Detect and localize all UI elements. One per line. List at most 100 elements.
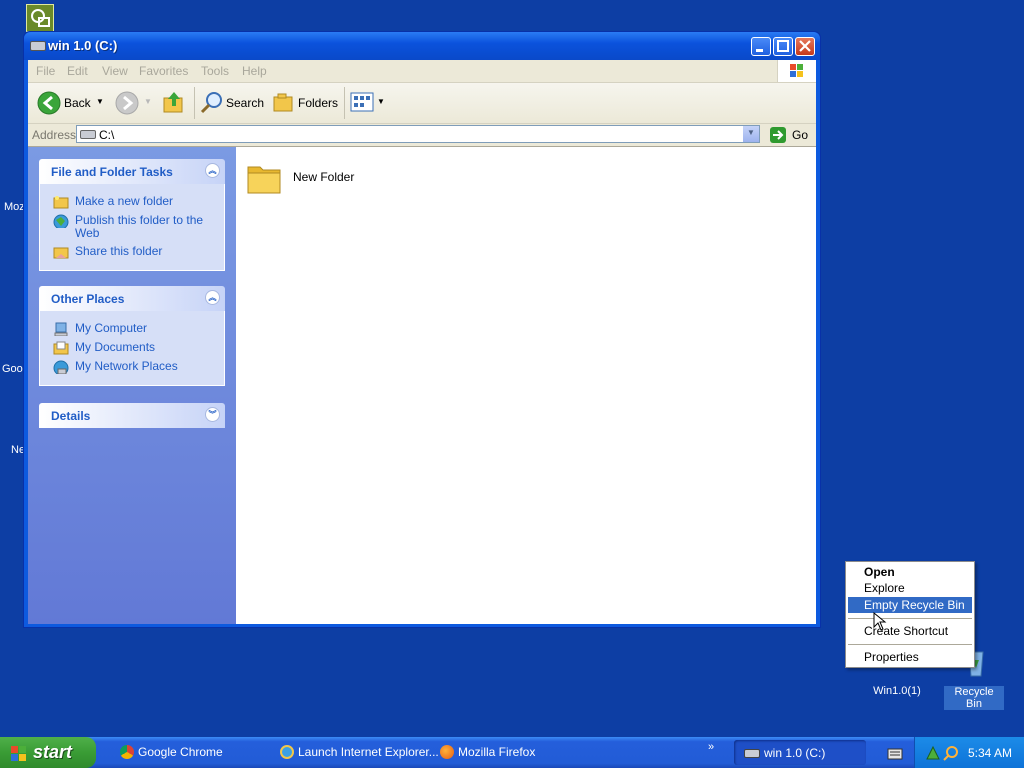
start-label: start: [33, 742, 73, 762]
taskbar-window-label: win 1.0 (C:): [764, 746, 826, 760]
system-tray: 5:34 AM: [914, 737, 1024, 768]
go-arrow-icon: [770, 127, 786, 143]
folder-icon: [247, 166, 281, 194]
file-list: New Folder: [236, 147, 816, 624]
keyboard-icon[interactable]: [887, 747, 903, 761]
go-label: Go: [792, 128, 809, 142]
search-icon: [200, 92, 222, 114]
menu-open[interactable]: Open: [848, 564, 972, 580]
task-share-folder[interactable]: Share this folder: [40, 245, 224, 259]
taskbar-window-button[interactable]: win 1.0 (C:): [734, 740, 866, 765]
search-label: Search: [226, 96, 265, 110]
task-make-new-folder[interactable]: Make a new folder: [40, 195, 224, 209]
quicklaunch-label: Launch Internet Explorer...: [298, 745, 439, 759]
address-input[interactable]: C:\ ▼: [76, 125, 760, 143]
place-my-network-places[interactable]: My Network Places: [40, 360, 224, 374]
menu-empty-recycle-bin[interactable]: Empty Recycle Bin: [848, 597, 972, 613]
panel-body: Make a new folder Publish this folder to…: [39, 184, 225, 271]
folder-item[interactable]: New Folder: [236, 147, 366, 207]
folder-name: New Folder: [293, 170, 355, 184]
my-computer-icon: [54, 322, 68, 336]
place-label: My Documents: [75, 340, 156, 354]
menu-view[interactable]: View: [102, 64, 128, 78]
quicklaunch-firefox[interactable]: Mozilla Firefox: [440, 740, 550, 765]
chevron-down-icon: ▼: [747, 128, 755, 137]
details-panel: Details ︾: [39, 403, 225, 428]
start-button[interactable]: start: [0, 737, 96, 768]
quicklaunch-label: Google Chrome: [138, 745, 223, 759]
quicklaunch-label: Mozilla Firefox: [458, 745, 536, 759]
windows-logo-icon: [777, 60, 816, 82]
quicklaunch-ie[interactable]: Launch Internet Explorer...: [280, 740, 439, 765]
menu-file[interactable]: File: [36, 64, 55, 78]
clock: 5:34 AM: [968, 746, 1013, 760]
network-tray-icon[interactable]: [925, 745, 941, 761]
panel-header[interactable]: Other Places ︽: [39, 286, 225, 311]
task-label: Share this folder: [75, 244, 163, 258]
task-label: Make a new folder: [75, 194, 174, 208]
up-folder-icon: [163, 92, 183, 113]
taskbar: start Google Chrome Launch Internet Expl…: [0, 737, 1024, 768]
menu-explore[interactable]: Explore: [848, 580, 972, 596]
share-folder-icon: [53, 247, 69, 259]
my-documents-icon: [53, 341, 69, 355]
quicklaunch-chrome[interactable]: Google Chrome: [120, 740, 270, 765]
panel-title: Other Places: [51, 292, 125, 306]
maximize-button[interactable]: [773, 37, 793, 56]
collapse-icon[interactable]: ︽: [205, 290, 220, 305]
new-folder-icon: [53, 196, 69, 209]
menu-create-shortcut[interactable]: Create Shortcut: [848, 623, 972, 639]
drive-icon: [80, 130, 96, 139]
menu-properties[interactable]: Properties: [848, 649, 972, 665]
back-label: Back: [64, 96, 91, 110]
forward-button[interactable]: ▼: [112, 87, 152, 119]
chrome-icon: [120, 745, 134, 759]
quicklaunch-overflow-icon[interactable]: »: [708, 741, 714, 753]
chevron-down-icon: ▼: [96, 97, 104, 106]
toolbar-separator: [344, 87, 345, 119]
task-publish-folder[interactable]: Publish this folder to the Web: [40, 214, 224, 240]
explorer-window: win 1.0 (C:) File Edit View Favorites To…: [23, 31, 821, 628]
menu-help[interactable]: Help: [242, 64, 267, 78]
drive-icon: [744, 749, 760, 758]
title-bar[interactable]: win 1.0 (C:): [24, 32, 820, 60]
desktop-icon-label: Recycle Bin: [944, 686, 1004, 710]
menu-edit[interactable]: Edit: [67, 64, 88, 78]
place-my-computer[interactable]: My Computer: [40, 322, 224, 336]
go-button[interactable]: Go: [770, 125, 814, 145]
panel-header[interactable]: File and Folder Tasks ︽: [39, 159, 225, 184]
menu-separator: [848, 644, 972, 645]
panel-body: My Computer My Documents My Network Plac…: [39, 311, 225, 386]
views-button[interactable]: ▼: [350, 87, 386, 119]
close-button[interactable]: [795, 37, 815, 56]
expand-icon[interactable]: ︾: [205, 407, 220, 422]
place-my-documents[interactable]: My Documents: [40, 341, 224, 355]
back-button[interactable]: Back ▼: [34, 87, 106, 119]
chevron-down-icon: ▼: [144, 97, 152, 106]
folders-button[interactable]: Folders: [270, 87, 340, 119]
desktop-icon-label: Win1.0(1): [873, 685, 921, 697]
globe-icon: [53, 214, 69, 228]
toolbar: Back ▼ ▼ Search Folders ▼: [28, 83, 816, 124]
close-icon: [799, 40, 811, 52]
forward-arrow-icon: [115, 91, 139, 115]
folders-label: Folders: [298, 96, 339, 110]
address-dropdown-button[interactable]: ▼: [743, 126, 759, 142]
menu-tools[interactable]: Tools: [201, 64, 229, 78]
panel-header[interactable]: Details ︾: [39, 403, 225, 428]
network-icon: [31, 9, 50, 27]
menu-favorites[interactable]: Favorites: [139, 64, 188, 78]
network-places-icon: [53, 360, 69, 374]
up-folder-button[interactable]: [162, 87, 188, 119]
windows-logo-icon: [11, 746, 26, 761]
toolbar-separator: [194, 87, 195, 119]
desktop-icon-top[interactable]: [26, 4, 54, 32]
minimize-button[interactable]: [751, 37, 771, 56]
search-tray-icon[interactable]: [943, 745, 959, 761]
task-label: Publish this folder to the Web: [75, 213, 204, 240]
place-label: My Network Places: [75, 359, 178, 373]
search-button[interactable]: Search: [198, 87, 264, 119]
context-menu: Open Explore Empty Recycle Bin Create Sh…: [845, 561, 975, 668]
collapse-icon[interactable]: ︽: [205, 163, 220, 178]
minimize-icon: [756, 49, 763, 52]
